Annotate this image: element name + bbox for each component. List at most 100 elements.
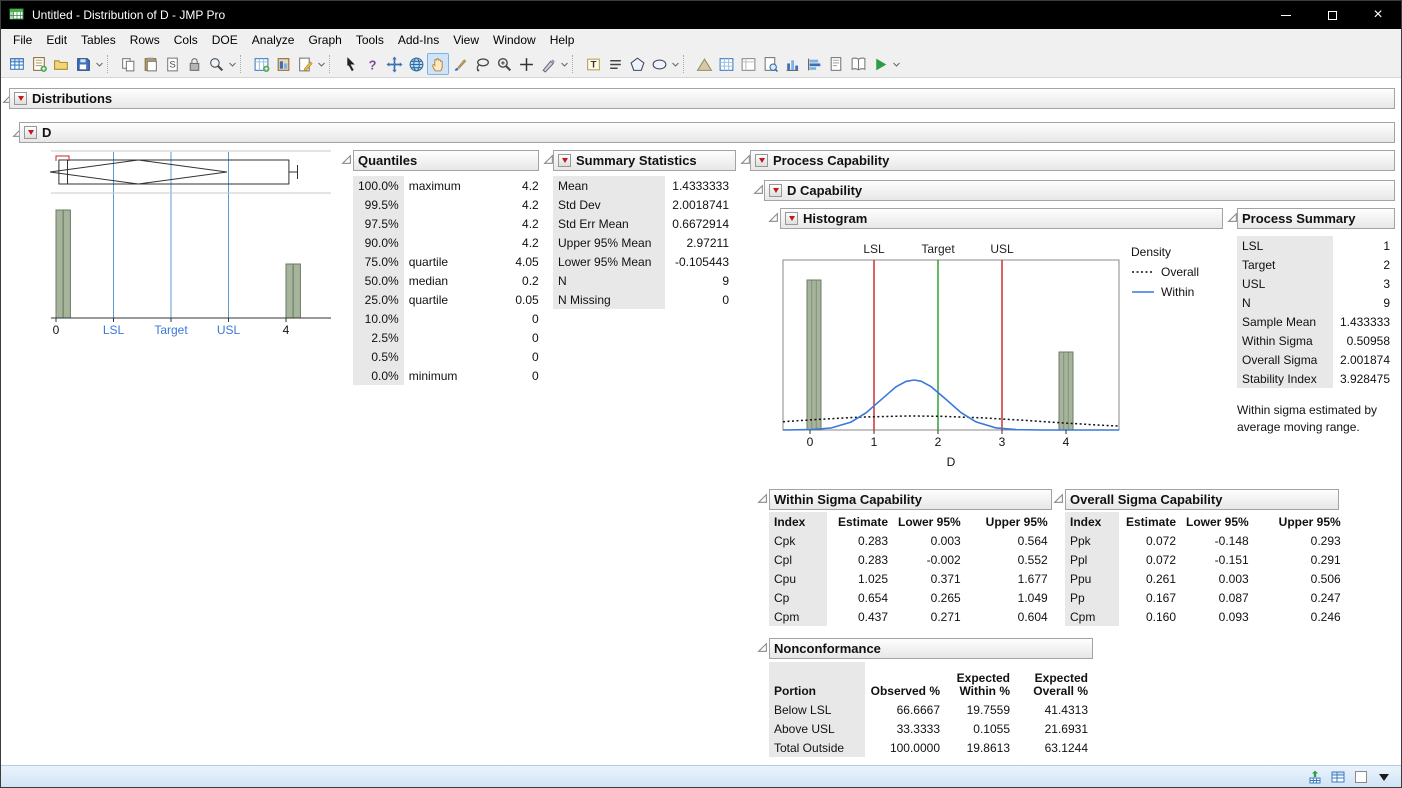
menu-tables[interactable]: Tables (74, 30, 123, 50)
clipboard-report-icon[interactable] (272, 53, 294, 75)
d-capability-header[interactable]: D Capability (764, 180, 1395, 201)
red-triangle-menu-icon[interactable] (24, 126, 37, 139)
window-grid-icon[interactable] (1329, 768, 1347, 786)
toolbar-chevron-icon[interactable] (559, 53, 569, 75)
table-window-icon[interactable] (737, 53, 759, 75)
nonconformance-header[interactable]: Nonconformance (769, 638, 1093, 659)
paste-icon[interactable] (139, 53, 161, 75)
overall-sigma-title: Overall Sigma Capability (1070, 492, 1222, 507)
hand-tool-icon[interactable] (427, 53, 449, 75)
menu-file[interactable]: File (6, 30, 39, 50)
red-triangle-menu-icon[interactable] (14, 92, 27, 105)
menu-tools[interactable]: Tools (349, 30, 391, 50)
close-button[interactable]: × (1355, 1, 1401, 29)
new-journal-icon[interactable] (28, 53, 50, 75)
chart-view-icon[interactable] (803, 53, 825, 75)
minimize-button[interactable] (1263, 1, 1309, 29)
report-preview-icon[interactable] (759, 53, 781, 75)
process-capability-header[interactable]: Process Capability (750, 150, 1395, 171)
open-icon[interactable] (50, 53, 72, 75)
disclosure-quantiles[interactable] (341, 154, 352, 165)
line-annotate-icon[interactable] (604, 53, 626, 75)
d-header[interactable]: D (19, 122, 1395, 143)
red-triangle-menu-icon[interactable] (755, 154, 768, 167)
script-editor-icon[interactable] (294, 53, 316, 75)
journal-window-icon[interactable] (847, 53, 869, 75)
text-annotate-icon[interactable]: T (582, 53, 604, 75)
polygon-annotate-icon[interactable] (626, 53, 648, 75)
globe-tool-icon[interactable] (405, 53, 427, 75)
disclosure-nonconformance[interactable] (757, 642, 768, 653)
dropdown-caret-icon[interactable] (1375, 768, 1393, 786)
doc-edit-icon[interactable] (825, 53, 847, 75)
within-sigma-table: IndexEstimateLower 95%Upper 95% Cpk0.283… (769, 512, 1053, 626)
magnifier-tool-icon[interactable] (493, 53, 515, 75)
table-row: N Missing0 (553, 290, 734, 309)
table-row: Sample Mean1.433333 (1237, 312, 1395, 331)
lock-icon[interactable] (183, 53, 205, 75)
run-script-icon[interactable] (869, 53, 891, 75)
save-icon[interactable] (72, 53, 94, 75)
axis-tick: 2 (935, 435, 942, 449)
profiler-icon[interactable] (693, 53, 715, 75)
menu-cols[interactable]: Cols (167, 30, 205, 50)
toolbar-chevron-icon[interactable] (94, 53, 104, 75)
menu-edit[interactable]: Edit (39, 30, 74, 50)
crosshair-tool-icon[interactable] (515, 53, 537, 75)
reveal-table-icon[interactable] (1306, 768, 1324, 786)
table-header-row: Portion Observed % ExpectedWithin % Expe… (769, 662, 1093, 700)
process-summary-header[interactable]: Process Summary (1237, 208, 1395, 229)
toolbar-chevron-icon[interactable] (891, 53, 901, 75)
red-triangle-menu-icon[interactable] (785, 212, 798, 225)
grid-window-icon[interactable] (715, 53, 737, 75)
blank-box-icon[interactable] (1352, 768, 1370, 786)
menu-add-ins[interactable]: Add-Ins (391, 30, 446, 50)
quantiles-header[interactable]: Quantiles (353, 150, 539, 171)
table-row: Pp0.1670.0870.247 (1065, 588, 1346, 607)
arrow-tool-icon[interactable] (339, 53, 361, 75)
d-title: D (42, 125, 51, 140)
distribution-plot[interactable]: 0 LSL Target USL 4 (41, 148, 336, 353)
menu-help[interactable]: Help (543, 30, 582, 50)
red-triangle-menu-icon[interactable] (769, 184, 782, 197)
overall-sigma-header[interactable]: Overall Sigma Capability (1065, 489, 1339, 510)
disclosure-overall-sigma[interactable] (1053, 493, 1064, 504)
brush-tool-icon[interactable] (449, 53, 471, 75)
copy-selection-icon[interactable]: S (161, 53, 183, 75)
search-icon[interactable] (205, 53, 227, 75)
new-data-table-icon[interactable] (6, 53, 28, 75)
capability-plot[interactable]: LSL Target USL 0 1 2 3 4 D (771, 240, 1127, 472)
menu-rows[interactable]: Rows (123, 30, 167, 50)
toolbar-chevron-icon[interactable] (227, 53, 237, 75)
histogram-header[interactable]: Histogram (780, 208, 1223, 229)
new-window-icon[interactable] (250, 53, 272, 75)
table-row: Total Outside100.000019.861363.1244 (769, 738, 1093, 757)
toolbar-chevron-icon[interactable] (670, 53, 680, 75)
lasso-tool-icon[interactable] (471, 53, 493, 75)
graph-builder-icon[interactable] (781, 53, 803, 75)
toolbar-chevron-icon[interactable] (316, 53, 326, 75)
distributions-header[interactable]: Distributions (9, 88, 1395, 109)
table-row: Target2 (1237, 255, 1395, 274)
menu-graph[interactable]: Graph (301, 30, 348, 50)
oval-annotate-icon[interactable] (648, 53, 670, 75)
disclosure-histogram[interactable] (768, 212, 779, 223)
within-sigma-header[interactable]: Within Sigma Capability (769, 489, 1052, 510)
menu-bar: File Edit Tables Rows Cols DOE Analyze G… (1, 29, 1401, 51)
menu-analyze[interactable]: Analyze (245, 30, 302, 50)
menu-window[interactable]: Window (486, 30, 543, 50)
maximize-button[interactable] (1309, 1, 1355, 29)
disclosure-within-sigma[interactable] (757, 493, 768, 504)
legend-title: Density (1131, 242, 1199, 262)
menu-doe[interactable]: DOE (205, 30, 245, 50)
copy-icon[interactable] (117, 53, 139, 75)
table-row: Std Dev2.0018741 (553, 195, 734, 214)
red-triangle-menu-icon[interactable] (558, 154, 571, 167)
help-tool-icon[interactable]: ? (361, 53, 383, 75)
move-tool-icon[interactable] (383, 53, 405, 75)
scalpel-tool-icon[interactable] (537, 53, 559, 75)
summary-statistics-header[interactable]: Summary Statistics (553, 150, 736, 171)
disclosure-d-capability[interactable] (753, 184, 764, 195)
menu-view[interactable]: View (446, 30, 486, 50)
table-row: 50.0%median0.2 (353, 271, 544, 290)
